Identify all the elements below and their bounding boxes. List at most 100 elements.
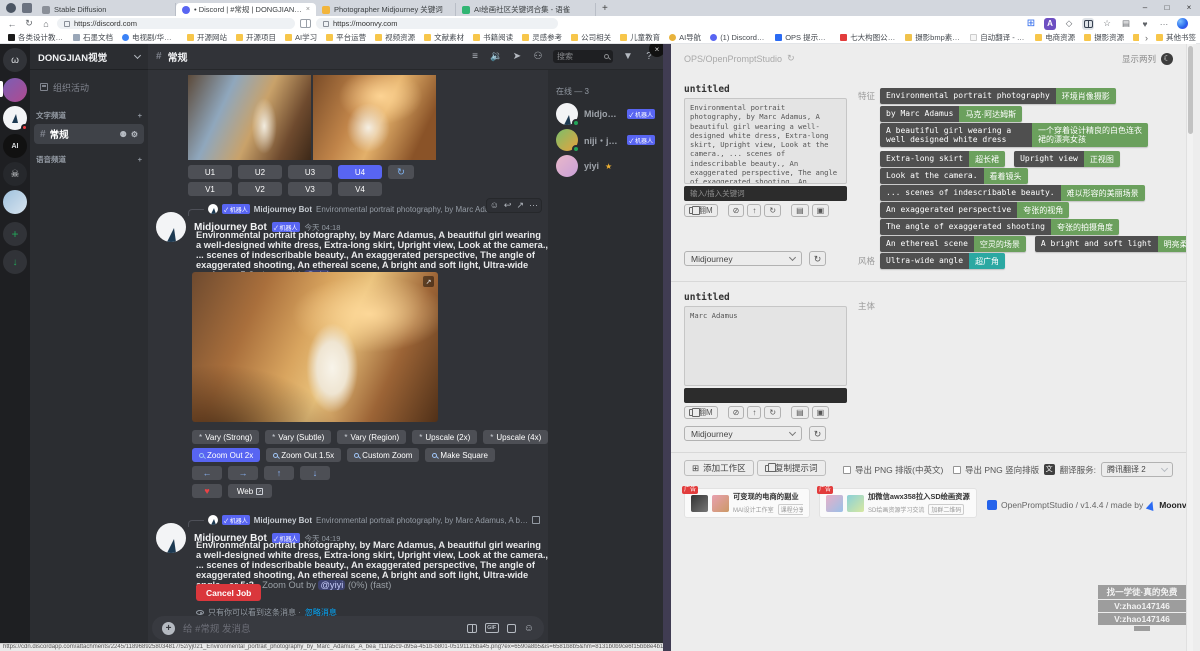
bookmark-item[interactable]: 书籍阅读 [473,32,513,43]
home-icon[interactable]: ⌂ [40,19,52,29]
bookmark-item[interactable]: 自动翻译 - Google... [970,32,1026,43]
vary-button[interactable]: *Vary (Strong) [192,430,259,444]
zoom-button[interactable]: Zoom Out 1.5x [266,448,341,462]
add-reaction-icon[interactable]: ☺ [490,200,499,211]
upscale-button[interactable]: U1 [188,165,232,179]
new-tab-button[interactable]: + [602,3,608,14]
discord-home-button[interactable]: ω [3,48,27,72]
more-icon[interactable]: ··· [529,200,538,211]
server-avatar[interactable] [3,78,27,102]
prompt-tag[interactable]: by Marc Adamus马克·阿达姆斯 [880,106,1022,122]
bookmark-item[interactable]: OPS 提示词工具 | 自... [775,32,831,43]
app-select[interactable]: Midjourney [684,251,802,266]
prompt-tag[interactable]: Extra-long skirt超长裙 [880,151,1005,167]
extensions-icon[interactable]: ⊞ [1025,18,1037,30]
bookmark-item[interactable]: 公司相关 [571,32,611,43]
add-channel-icon[interactable]: + [138,111,142,120]
prompt-tag[interactable]: An exaggerated perspective夸张的视角 [880,202,1069,218]
split-view-icon[interactable] [300,19,311,28]
member-list-icon[interactable]: ⚇ [532,51,544,62]
browser-tab[interactable]: Photographer Midjourney 关键词 [316,3,456,16]
vary-button[interactable]: *Vary (Subtle) [265,430,331,444]
bookmark-item[interactable]: 开源项目 [236,32,276,43]
forward-icon[interactable]: ↗ [516,200,524,211]
layout-button[interactable]: ▤ [791,406,809,419]
gift-icon[interactable] [467,624,477,633]
category-voice-channels[interactable]: 语音频道+ [36,154,142,165]
address-bar-left[interactable]: https://discord.com [57,18,295,29]
bookmark-item[interactable]: 石墨文档 [73,32,113,43]
search-input[interactable]: 搜索 [553,50,613,63]
address-bar-right[interactable]: https://moonvy.com [316,18,558,29]
sticker-icon[interactable] [507,624,516,633]
grid-image-right[interactable] [313,75,436,160]
sidebar-item-events[interactable]: 组织活动 [34,78,144,96]
copilot-icon[interactable] [1177,18,1188,29]
scrollbar-thumb[interactable] [1188,46,1193,134]
sync-button[interactable]: ↻ [809,251,826,266]
export-png-checkbox-2[interactable]: 导出 PNG 竖向排版 [953,464,1039,476]
refresh-icon[interactable]: ↻ [787,53,795,64]
bookmark-item[interactable]: 文献素材 [424,32,464,43]
avatar[interactable] [156,212,186,242]
gif-icon[interactable]: GIF [485,623,499,633]
move-up-button[interactable]: ↑ [747,204,761,217]
bookmark-item[interactable]: AI导航 [669,32,701,43]
threads-icon[interactable]: ≡ [469,51,481,62]
download-apps-button[interactable]: ↓ [3,250,27,274]
overlay-close-button[interactable]: × [649,44,663,57]
app-extension-icon[interactable]: A [1044,18,1056,30]
prompt-tag[interactable]: Ultra-wide angle超广角 [880,253,1005,269]
other-bookmarks[interactable]: 其他书签 [1156,32,1196,43]
copy-translate-button[interactable]: 翻M [684,204,718,217]
ad-button[interactable]: 课程分享 [778,504,803,515]
browser-essentials-icon[interactable]: ♥ [1139,18,1151,30]
zoom-button[interactable]: Custom Zoom [347,448,419,462]
upscale-button[interactable]: U2 [238,165,282,179]
inbox-icon[interactable]: ▼ [622,51,634,62]
reply-icon[interactable]: ↩ [504,200,512,211]
move-up-button[interactable]: ↑ [747,406,761,419]
zoom-button[interactable]: Zoom Out 2x [192,448,260,462]
avatar[interactable] [156,523,186,553]
bookmark-item[interactable]: 各类设计教程福利站 [8,32,64,43]
browser-tab[interactable]: AI绘画社区关键词合集 - 语雀 [456,3,596,16]
maximize-button[interactable]: □ [1156,0,1178,16]
minimize-button[interactable]: – [1134,0,1156,16]
ad-banner[interactable]: 广告 可变现的电商的副业MAI设计工作室课程分享 [684,488,810,518]
workspace-title[interactable]: untitled [684,84,730,95]
bookmark-item[interactable]: 儿童教育 [620,32,660,43]
favorite-button[interactable]: ♥ [192,484,222,498]
message-input[interactable]: + 给 #常规 发消息 GIF ☺ [152,616,544,640]
vary-button[interactable]: *Vary (Region) [337,430,406,444]
bookmark-item[interactable]: 电商资源 [1035,32,1075,43]
prompt-tag[interactable]: The angle of exaggerated shooting夸张的拍摄角度 [880,219,1119,235]
pan-arrow-button[interactable]: ← [192,466,222,480]
server-avatar[interactable]: AI [3,134,27,158]
prompt-tag[interactable]: Upright view正视图 [1014,151,1120,167]
back-icon[interactable]: ← [6,19,18,29]
upscale-button[interactable]: U3 [288,165,332,179]
bookmark-item[interactable]: 灵感参考 [522,32,562,43]
channel-item-active[interactable]: #常规⚉⚙ [34,124,144,144]
cancel-job-button[interactable]: Cancel Job [196,584,261,601]
notifications-icon[interactable]: 🔉 [490,51,502,62]
workspace-icon[interactable] [22,3,32,13]
layout-button[interactable]: ▤ [791,204,809,217]
add-workspace-button[interactable]: ⊞添加工作区 [684,460,754,476]
bookmark-item[interactable]: 视频资源 [375,32,415,43]
upscale-button[interactable]: ↻ [388,165,414,179]
bookmark-item[interactable]: 摄影资源 [1084,32,1124,43]
prompt-tag[interactable]: A beautiful girl wearing a well designed… [880,123,1148,147]
zoom-button[interactable]: Make Square [425,448,495,462]
bookmark-item[interactable]: 平台运营 [326,32,366,43]
copy-prompt-button[interactable]: 复制提示词 [757,460,826,476]
channel-settings-icon[interactable]: ⚙ [131,130,138,139]
favorites-icon[interactable]: ☆ [1101,18,1113,30]
attach-icon[interactable]: + [162,622,175,635]
member-row[interactable]: Midjourney Bot ✓ 机器人 [554,101,657,127]
ad-banner[interactable]: 广告 加微信awx358拉入SD绘画资源学习交流群SD绘画资源学习交流加群二维码 [819,488,977,518]
category-text-channels[interactable]: 文字频道+ [36,110,142,121]
close-button[interactable]: × [1178,0,1200,16]
keyword-input[interactable]: 输入/插入关键词 [684,186,847,201]
